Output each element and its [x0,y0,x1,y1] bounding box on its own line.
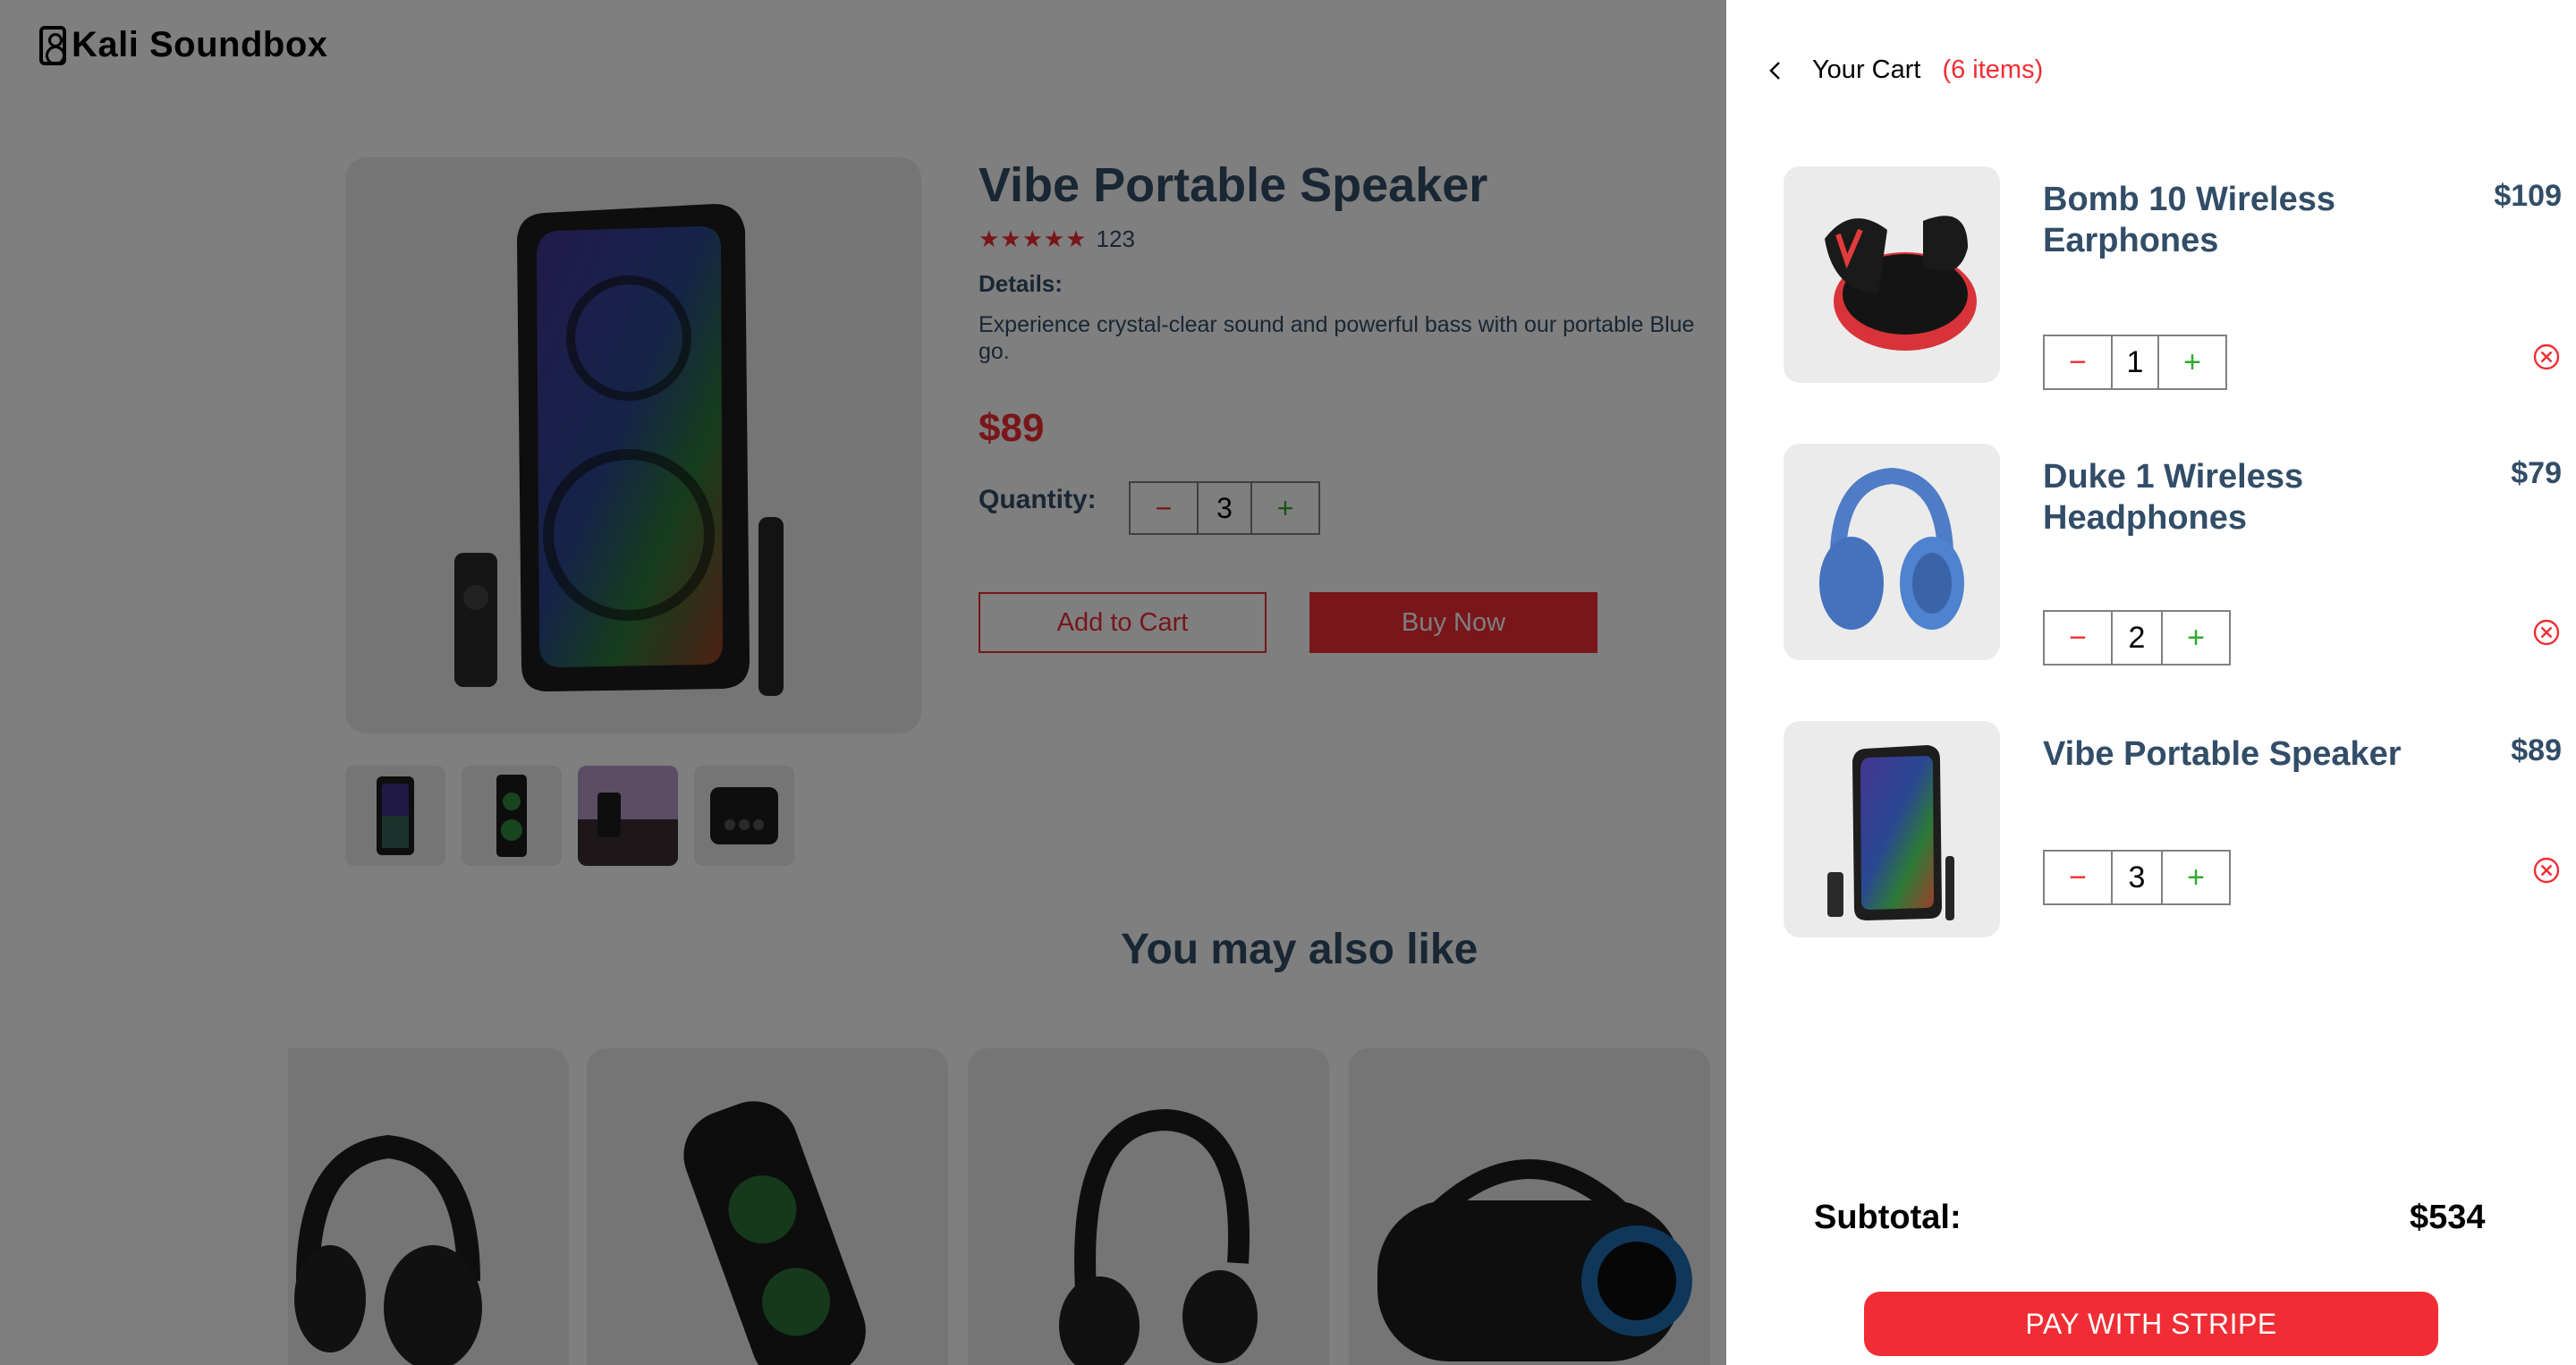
remove-item-icon[interactable] [2531,617,2562,648]
quantity-value: 1 [2126,344,2144,379]
star-icon: ★★★★★ [979,225,1088,252]
quantity-decrease-button[interactable]: − [2045,852,2113,903]
quantity-value: 3 [2128,860,2146,894]
quantity-value: 3 [1216,491,1233,524]
cart-item: Duke 1 Wireless Headphones $79 − 2 + [1784,444,2562,666]
cart-item-name: Duke 1 Wireless Headphones [2043,458,2304,537]
quantity-stepper: − 3 + [1129,481,1320,535]
quantity-decrease-button[interactable]: − [1131,483,1199,533]
cart-item-name: Bomb 10 Wireless Earphones [2043,181,2336,259]
navbar: Kali Soundbox [39,25,328,65]
portable-speaker-image [454,204,784,696]
remove-item-icon[interactable] [2531,342,2562,372]
recommended-product-card[interactable] [968,1048,1329,1365]
cart-item-price: $89 [2511,733,2562,767]
details-line: go. [979,339,1010,364]
product-page: Kali Soundbox Vibe Portable Speaker ★★★★… [0,0,1726,1365]
cart-item: Vibe Portable Speaker $89 − 3 + [1784,721,2562,937]
cart-item-count: (6 items) [1942,55,2044,84]
cart-item-image [1784,721,2000,937]
quantity-decrease-button[interactable]: − [2045,612,2113,664]
rating-count: 123 [1096,225,1135,252]
back-chevron-icon[interactable] [1762,57,1789,84]
rating: ★★★★★ 123 [979,225,1135,253]
brand-logo[interactable]: Kali Soundbox [72,25,328,65]
quantity-decrease-button[interactable]: − [2045,336,2113,388]
quantity-value: 2 [2128,620,2146,655]
quantity-increase-button[interactable]: + [2161,612,2229,664]
cart-item: Bomb 10 Wireless Earphones $109 − 1 + [1784,166,2562,390]
cart-title: Your Cart [1812,55,1921,84]
quantity-increase-button[interactable]: + [1250,483,1318,533]
main-product-image [345,157,921,733]
product-price: $89 [979,406,1045,450]
subtotal-label: Subtotal: [1814,1199,1962,1236]
buy-now-button[interactable]: Buy Now [1309,592,1597,653]
cart-item-image [1784,444,2000,660]
thumbnail-4[interactable] [694,766,794,866]
quantity-stepper: − 3 + [2043,850,2231,905]
thumbnail-strip [345,766,794,866]
quantity-increase-button[interactable]: + [2157,336,2225,388]
thumbnail-1[interactable] [345,766,445,866]
cart-heading[interactable]: Your Cart (6 items) [1762,55,2043,85]
cart-item-image [1784,166,2000,383]
product-title: Vibe Portable Speaker [979,158,1488,212]
details-line: Experience crystal-clear sound and power… [979,312,1695,337]
recommended-carousel [288,1048,1726,1365]
recommended-product-card[interactable] [1349,1048,1710,1365]
quantity-increase-button[interactable]: + [2161,852,2229,903]
details-label: Details: [979,270,1063,297]
speaker-logo-icon [39,25,66,65]
quantity-stepper: − 2 + [2043,610,2231,666]
recommended-product-card[interactable] [288,1048,569,1365]
subtotal-value: $534 [2410,1199,2486,1236]
you-may-also-like-heading: You may also like [1121,926,1479,973]
cart-panel: Your Cart (6 items) Bomb 10 Wireless Ear… [1726,0,2576,1365]
cart-item-price: $109 [2494,179,2562,213]
add-to-cart-button[interactable]: Add to Cart [979,592,1267,653]
remove-item-icon[interactable] [2531,855,2562,886]
recommended-product-card[interactable] [587,1048,948,1365]
pay-with-stripe-button[interactable]: PAY WITH STRIPE [1864,1292,2438,1356]
thumbnail-3[interactable] [578,766,678,866]
cart-item-name: Vibe Portable Speaker [2043,735,2402,773]
details-text: Experience crystal-clear sound and power… [979,311,1726,365]
quantity-label: Quantity: [979,485,1097,514]
cart-item-price: $79 [2511,456,2562,490]
quantity-stepper: − 1 + [2043,335,2227,390]
thumbnail-2[interactable] [462,766,562,866]
